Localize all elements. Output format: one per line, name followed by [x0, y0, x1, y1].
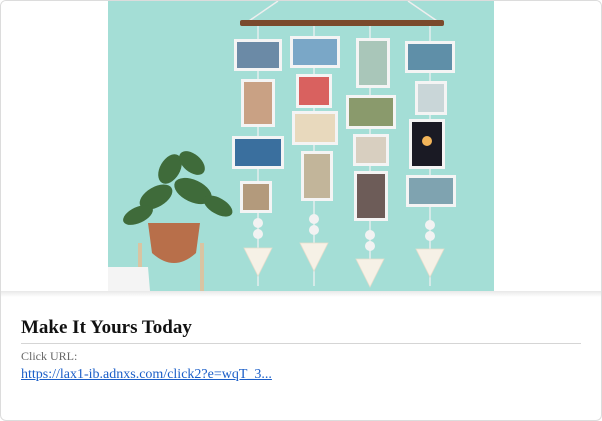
image-separator: [1, 291, 601, 297]
ad-image-area[interactable]: [1, 1, 601, 292]
ad-title[interactable]: Make It Yours Today: [21, 317, 581, 344]
ad-image[interactable]: [108, 1, 494, 291]
click-url-link[interactable]: https://lax1-ib.adnxs.com/click2?e=wqT_3…: [21, 367, 272, 383]
click-url-label: Click URL:: [21, 349, 78, 363]
ad-card: Make It Yours Today Click URL: https://l…: [0, 0, 602, 421]
photo-wall-illustration: [108, 1, 494, 291]
